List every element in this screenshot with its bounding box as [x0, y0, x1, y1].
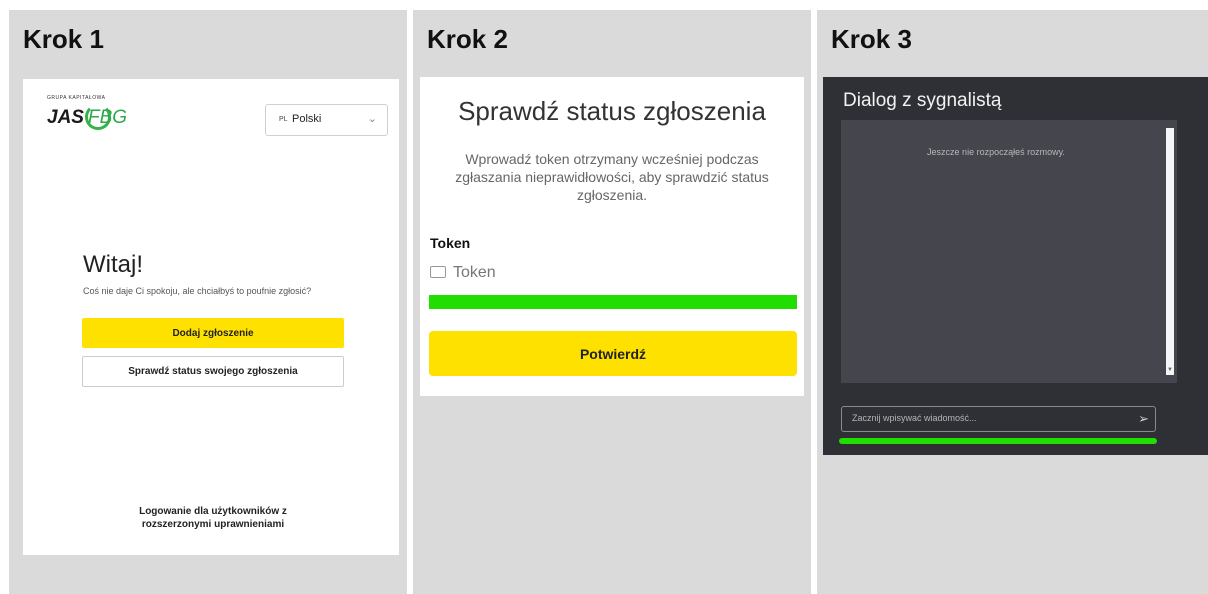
- token-label: Token: [430, 235, 471, 251]
- extended-login-link[interactable]: Logowanie dla użytkowników z rozszerzony…: [113, 505, 313, 531]
- step-body: Dialog z sygnalistą Jeszcze nie rozpoczą…: [817, 72, 1208, 594]
- step-label: Krok 3: [831, 24, 912, 54]
- message-placeholder: Zacznij wpisywać wiadomość...: [852, 413, 977, 423]
- confirm-button[interactable]: Potwierdź: [429, 331, 797, 376]
- add-report-button[interactable]: Dodaj zgłoszenie: [82, 318, 344, 348]
- step-body: GRUPA KAPITAŁOWA JAS FBG PL Polski ⌄ Wit…: [9, 72, 407, 594]
- form-description: Wprowadź token otrzymany wcześniej podcz…: [455, 151, 769, 203]
- language-code: PL: [279, 116, 288, 123]
- chevron-down-icon: ⌄: [367, 113, 377, 125]
- chat-scrollbar[interactable]: ▼: [1166, 128, 1174, 375]
- logo-fbg-text: FBG: [88, 107, 128, 128]
- message-input[interactable]: Zacznij wpisywać wiadomość... ➢: [841, 406, 1156, 432]
- message-input-highlight: [839, 438, 1157, 444]
- welcome-subtitle: Coś nie daje Ci spokoju, ale chciałbyś t…: [83, 286, 312, 296]
- step-header: Krok 2: [413, 10, 811, 66]
- form-title: Sprawdź status zgłoszenia: [458, 96, 766, 126]
- check-status-button[interactable]: Sprawdź status swojego zgłoszenia: [82, 356, 344, 387]
- ticket-icon: [430, 266, 446, 278]
- send-icon[interactable]: ➢: [1138, 411, 1149, 427]
- logo-jas-text: JAS: [47, 107, 84, 128]
- chat-area: Jeszcze nie rozpocząłeś rozmowy. ▼: [841, 120, 1177, 383]
- step-label: Krok 1: [23, 24, 104, 54]
- language-name: Polski: [292, 113, 322, 125]
- dialog-title: Dialog z sygnalistą: [843, 90, 1002, 111]
- company-logo: GRUPA KAPITAŁOWA JAS FBG: [47, 95, 147, 145]
- logo-group-text: GRUPA KAPITAŁOWA: [47, 95, 106, 101]
- dialog-panel: Dialog z sygnalistą Jeszcze nie rozpoczą…: [823, 77, 1208, 455]
- language-select[interactable]: PL Polski ⌄: [265, 104, 388, 136]
- welcome-heading: Witaj!: [83, 251, 143, 278]
- step-1-column: Krok 1 GRUPA KAPITAŁOWA JAS FBG PL Polsk…: [9, 10, 407, 594]
- step-2-column: Krok 2 Sprawdź status zgłoszenia Wprowad…: [413, 10, 811, 594]
- token-input[interactable]: Token: [453, 264, 496, 282]
- step-header: Krok 1: [9, 10, 407, 66]
- token-input-highlight: [429, 295, 797, 309]
- status-check-form: Sprawdź status zgłoszenia Wprowadź token…: [420, 77, 804, 396]
- scroll-down-icon: ▼: [1167, 367, 1173, 373]
- step-3-column: Krok 3 Dialog z sygnalistą Jeszcze nie r…: [817, 10, 1208, 594]
- step-header: Krok 3: [817, 10, 1208, 66]
- step-label: Krok 2: [427, 24, 508, 54]
- welcome-screen: GRUPA KAPITAŁOWA JAS FBG PL Polski ⌄ Wit…: [23, 79, 399, 555]
- step-body: Sprawdź status zgłoszenia Wprowadź token…: [413, 72, 811, 594]
- empty-chat-message: Jeszcze nie rozpocząłeś rozmowy.: [927, 147, 1065, 157]
